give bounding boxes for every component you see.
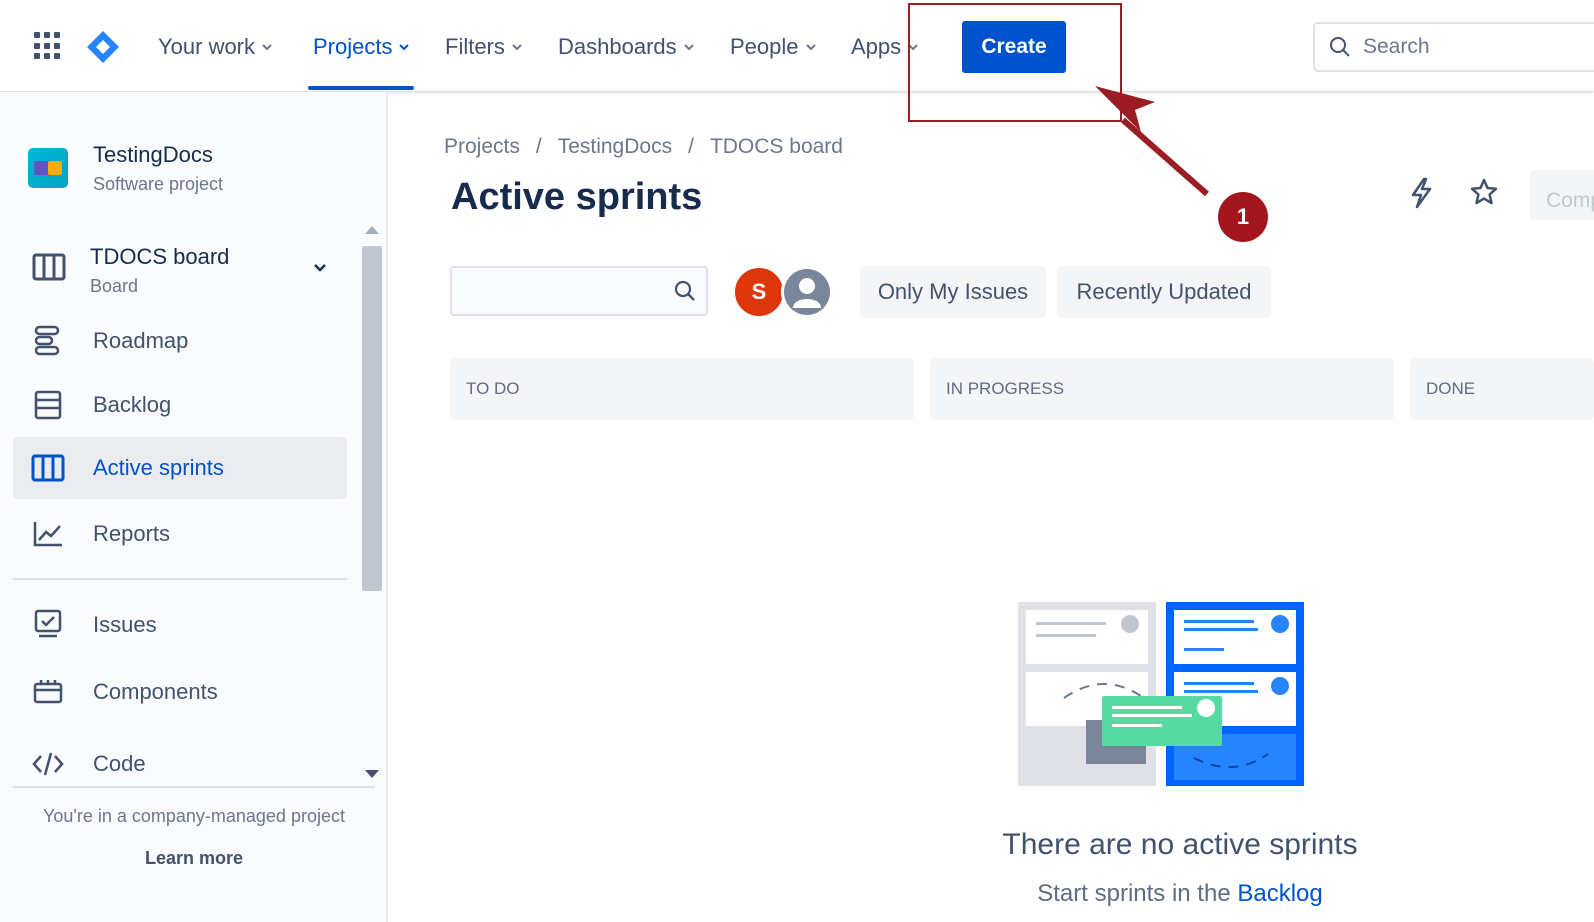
board-columns-icon: [31, 451, 65, 485]
project-management-note: You're in a company-managed project: [43, 806, 345, 826]
breadcrumb-board[interactable]: TDOCS board: [710, 135, 843, 159]
app-switcher-icon[interactable]: [34, 32, 62, 60]
sidebar-item-issues[interactable]: Issues: [13, 594, 347, 656]
automation-bolt-icon[interactable]: [1408, 177, 1434, 209]
project-avatar[interactable]: [28, 148, 68, 188]
nav-filters[interactable]: Filters: [445, 30, 523, 64]
nav-your-work[interactable]: Your work: [158, 30, 273, 64]
user-silhouette-icon: [784, 269, 830, 315]
scrollbar-thumb[interactable]: [362, 246, 382, 591]
sidebar-item-label: Code: [93, 751, 146, 776]
sidebar-item-label: Roadmap: [93, 328, 189, 353]
nav-active-indicator: [308, 86, 414, 90]
column-header-in-progress: IN PROGRESS: [930, 358, 1394, 420]
annotation-step-badge: 1: [1218, 192, 1268, 242]
chevron-down-icon: [805, 44, 816, 51]
unassigned-avatar[interactable]: [781, 266, 833, 318]
scroll-up-icon[interactable]: [365, 226, 379, 234]
search-icon: [1330, 37, 1350, 57]
sidebar-item-label: Active sprints: [93, 455, 224, 480]
filter-recently-updated[interactable]: Recently Updated: [1057, 266, 1271, 318]
sidebar-item-backlog[interactable]: Backlog: [13, 374, 347, 436]
column-header-done: DONE: [1410, 358, 1594, 420]
sidebar-footer: You're in a company-managed project Lear…: [13, 786, 375, 922]
sidebar-item-label: Reports: [93, 521, 171, 546]
empty-state-subtitle: Start sprints in the Backlog: [900, 880, 1460, 908]
sidebar-item-components[interactable]: Components: [13, 661, 347, 723]
empty-state-title: There are no active sprints: [1002, 828, 1358, 861]
components-icon: [31, 675, 65, 709]
code-icon: [31, 747, 65, 781]
chart-line-icon: [31, 517, 65, 551]
chevron-down-icon: [683, 44, 694, 51]
page-title: Active sprints: [451, 176, 703, 218]
board-name: TDOCS board: [90, 244, 230, 269]
sidebar-divider: [13, 578, 347, 580]
sidebar-item-label: Components: [93, 679, 218, 704]
backlog-link[interactable]: Backlog: [1237, 880, 1322, 907]
nav-projects-label: Projects: [313, 34, 393, 59]
nav-people[interactable]: People: [730, 30, 817, 64]
learn-more-link[interactable]: Learn more: [13, 848, 375, 869]
empty-board-illustration: [1018, 602, 1304, 786]
empty-state-subtitle-text: Start sprints in the: [1037, 880, 1231, 907]
nav-people-label: People: [730, 34, 799, 59]
chevron-down-icon: [512, 44, 522, 51]
user-avatar-s[interactable]: S: [733, 266, 785, 318]
sidebar-item-label: Issues: [93, 612, 157, 637]
project-name[interactable]: TestingDocs: [93, 142, 213, 168]
search-input[interactable]: [1363, 35, 1583, 59]
search-icon: [674, 280, 695, 301]
filter-only-my-issues[interactable]: Only My Issues: [860, 266, 1046, 318]
star-icon[interactable]: [1470, 178, 1498, 206]
scroll-down-icon[interactable]: [365, 770, 379, 778]
global-search[interactable]: [1313, 22, 1594, 72]
nav-dashboards-label: Dashboards: [558, 34, 677, 59]
nav-dashboards[interactable]: Dashboards: [558, 30, 695, 64]
board-type: Board: [90, 276, 139, 296]
jira-logo-icon[interactable]: [86, 30, 120, 64]
chevron-down-icon: [262, 44, 272, 51]
board-icon: [32, 253, 66, 281]
issues-icon: [31, 608, 65, 642]
nav-filters-label: Filters: [445, 34, 505, 59]
top-navigation: Your work Projects Filters Dashboards Pe…: [0, 0, 1594, 92]
sidebar-item-active-sprints[interactable]: Active sprints: [13, 437, 347, 499]
sidebar-item-reports[interactable]: Reports: [13, 503, 347, 565]
nav-apps-label: Apps: [851, 34, 902, 59]
board-search-field[interactable]: [450, 266, 708, 316]
sidebar-item-roadmap[interactable]: Roadmap: [13, 310, 347, 372]
project-sidebar: TestingDocs Software project TDOCS board…: [0, 92, 388, 922]
chevron-down-icon: [314, 264, 326, 272]
nav-your-work-label: Your work: [158, 34, 256, 59]
roadmap-icon: [31, 324, 65, 358]
breadcrumb-projects[interactable]: Projects: [444, 135, 520, 159]
project-type: Software project: [93, 174, 224, 194]
breadcrumb-project[interactable]: TestingDocs: [558, 135, 672, 159]
breadcrumb-separator: /: [535, 135, 542, 158]
backlog-icon: [31, 388, 65, 422]
nav-projects[interactable]: Projects: [313, 30, 410, 64]
sidebar-item-label: Backlog: [93, 392, 172, 417]
breadcrumb: Projects / TestingDocs / TDOCS board: [444, 135, 843, 159]
breadcrumb-separator: /: [688, 135, 694, 158]
complete-sprint-button[interactable]: Comp: [1530, 170, 1594, 220]
annotation-arrow-icon: [1095, 86, 1209, 197]
sidebar-scrollbar[interactable]: [359, 222, 385, 782]
column-header-todo: TO DO: [450, 358, 914, 420]
board-selector[interactable]: TDOCS board Board: [30, 240, 340, 302]
board-search-input[interactable]: [462, 278, 662, 304]
chevron-down-icon: [399, 44, 410, 51]
